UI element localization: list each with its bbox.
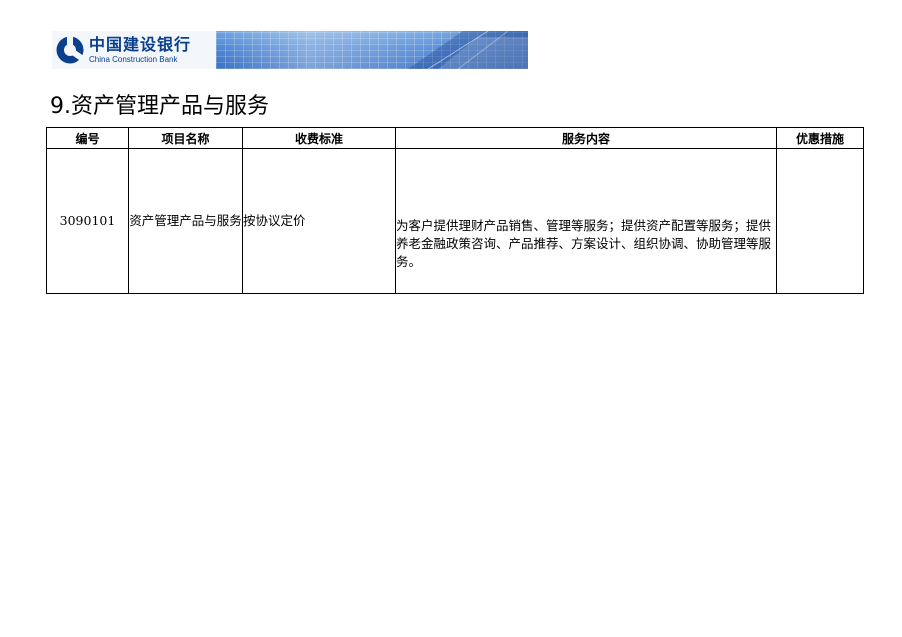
table-header-row: 编号 项目名称 收费标准 服务内容 优惠措施 [46,127,864,149]
header-code: 编号 [46,127,129,149]
building-graphic [408,31,528,69]
service-fee-table: 编号 项目名称 收费标准 服务内容 优惠措施 3090101 资产管理产品与服务… [46,127,864,294]
cell-item-name: 资产管理产品与服务 [128,148,243,294]
ccb-logo-icon [56,36,85,64]
bank-name: 中国建设银行 China Construction Bank [89,34,192,64]
section-title: 9.资产管理产品与服务 [50,94,269,119]
table-row: 3090101 资产管理产品与服务 按协议定价 为客户提供理财产品销售、管理等服… [46,148,864,294]
cell-fee-standard: 按协议定价 [242,148,396,294]
cell-service-content: 为客户提供理财产品销售、管理等服务；提供资产配置等服务；提供养老金融政策咨询、产… [395,148,777,294]
banner-building-image [216,31,528,69]
header-service-content: 服务内容 [395,127,777,149]
bank-brand: 中国建设银行 China Construction Bank [52,31,216,69]
cell-discount [776,148,864,294]
cell-code: 3090101 [46,148,129,294]
header-item-name: 项目名称 [128,127,243,149]
service-content-text: 为客户提供理财产品销售、管理等服务；提供资产配置等服务；提供养老金融政策咨询、产… [396,217,772,269]
bank-name-cn: 中国建设银行 [89,34,192,54]
bank-banner: 中国建设银行 China Construction Bank [52,31,528,69]
header-discount: 优惠措施 [776,127,864,149]
header-fee-standard: 收费标准 [242,127,396,149]
bank-name-en: China Construction Bank [89,54,178,64]
